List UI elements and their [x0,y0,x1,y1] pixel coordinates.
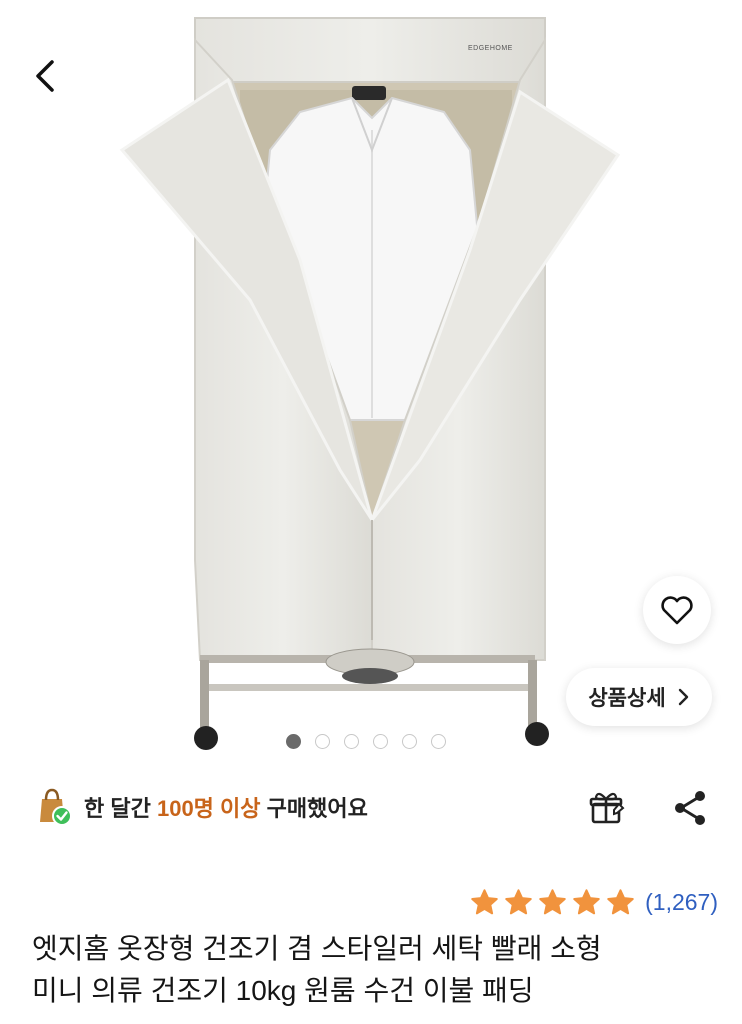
gift-icon [589,792,625,824]
purchase-count-notice: 한 달간 100명 이상 구매했어요 [32,783,368,831]
star-icon [505,888,532,914]
chevron-left-icon [36,60,54,92]
review-count[interactable]: (1,267) [645,889,718,916]
pagination-dot[interactable] [402,734,417,749]
star-icon [539,888,566,914]
star-icon [471,888,498,914]
pagination-dot-active[interactable] [286,734,301,749]
pagination-dot[interactable] [373,734,388,749]
pagination-dot[interactable] [431,734,446,749]
product-title-line: 미니 의류 건조기 10kg 원룸 수건 이불 패딩 [32,975,534,1006]
star-icon [607,888,634,914]
heart-outline-icon [661,596,693,625]
purchase-suffix: 구매했어요 [266,796,368,821]
shopping-bag-check-icon [40,788,72,826]
wishlist-button[interactable] [643,576,711,644]
product-detail-label: 상품상세 [588,687,666,710]
back-button[interactable] [22,52,70,100]
pagination-dot[interactable] [315,734,330,749]
share-button[interactable] [668,786,712,830]
star-rating [469,887,636,918]
chevron-right-icon [678,688,688,706]
share-icon [675,791,705,825]
purchase-highlight: 100명 이상 [156,796,261,821]
product-title: 엣지홈 옷장형 건조기 겸 스타일러 세탁 빨래 소형 미니 의류 건조기 10… [32,928,722,1012]
star-icon [573,888,600,914]
product-detail-button[interactable]: 상품상세 [566,668,712,726]
pagination-dot[interactable] [344,734,359,749]
product-image[interactable]: EDGEHOME [0,0,742,770]
product-title-line: 엣지홈 옷장형 건조기 겸 스타일러 세탁 빨래 소형 [32,933,602,964]
gift-button[interactable] [584,786,628,830]
clothes-dryer-illustration [119,17,621,750]
image-pagination [286,734,446,749]
rating[interactable]: (1,267) [469,882,718,922]
brand-label: EDGEHOME [468,45,513,52]
purchase-prefix: 한 달간 [84,796,151,821]
